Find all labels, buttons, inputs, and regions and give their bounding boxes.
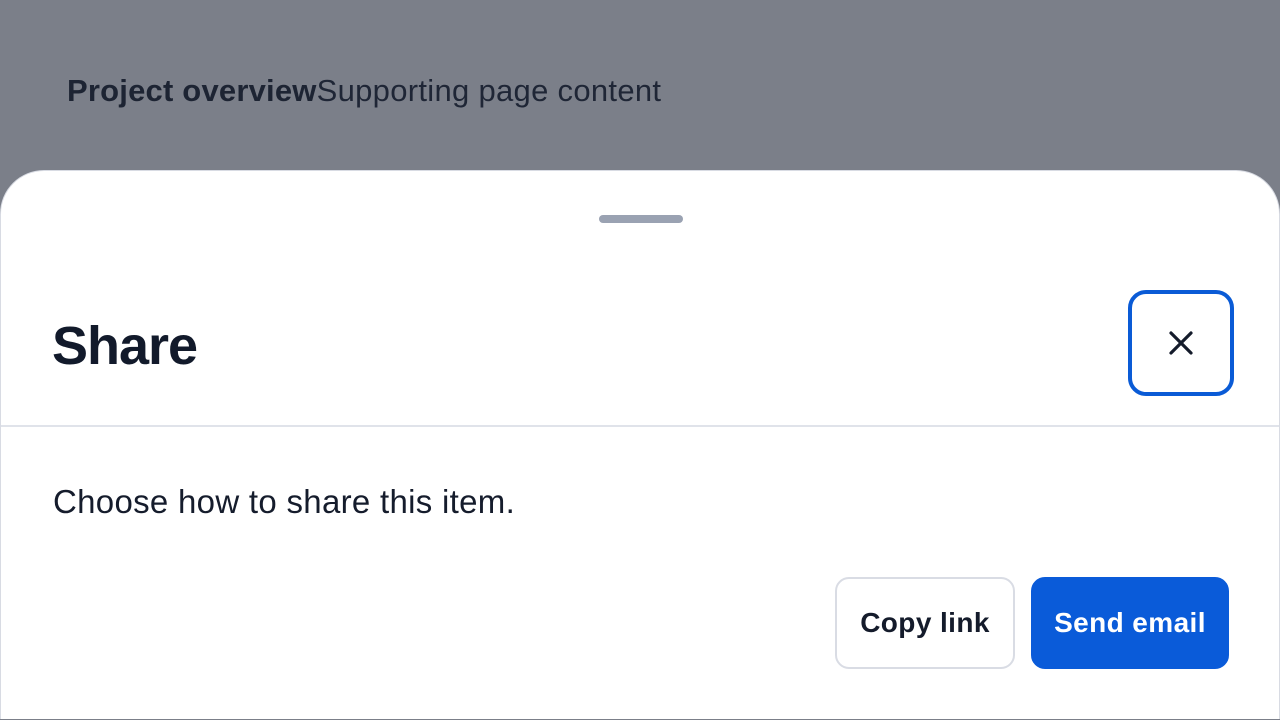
background-page-subtitle: Supporting page content: [316, 73, 662, 108]
background-page-header: Project overview Supporting page content: [67, 70, 661, 112]
send-email-button[interactable]: Send email: [1031, 577, 1229, 669]
close-button[interactable]: [1128, 290, 1234, 396]
close-icon: [1168, 330, 1194, 356]
copy-link-button[interactable]: Copy link: [835, 577, 1015, 669]
sheet-description: Choose how to share this item.: [53, 483, 516, 520]
header-divider: [1, 425, 1279, 427]
sheet-title: Share: [52, 316, 198, 376]
background-page-title: Project overview: [67, 73, 317, 108]
share-bottom-sheet: Share Choose how to share this item. Cop…: [0, 170, 1280, 719]
drag-handle[interactable]: [599, 215, 683, 223]
